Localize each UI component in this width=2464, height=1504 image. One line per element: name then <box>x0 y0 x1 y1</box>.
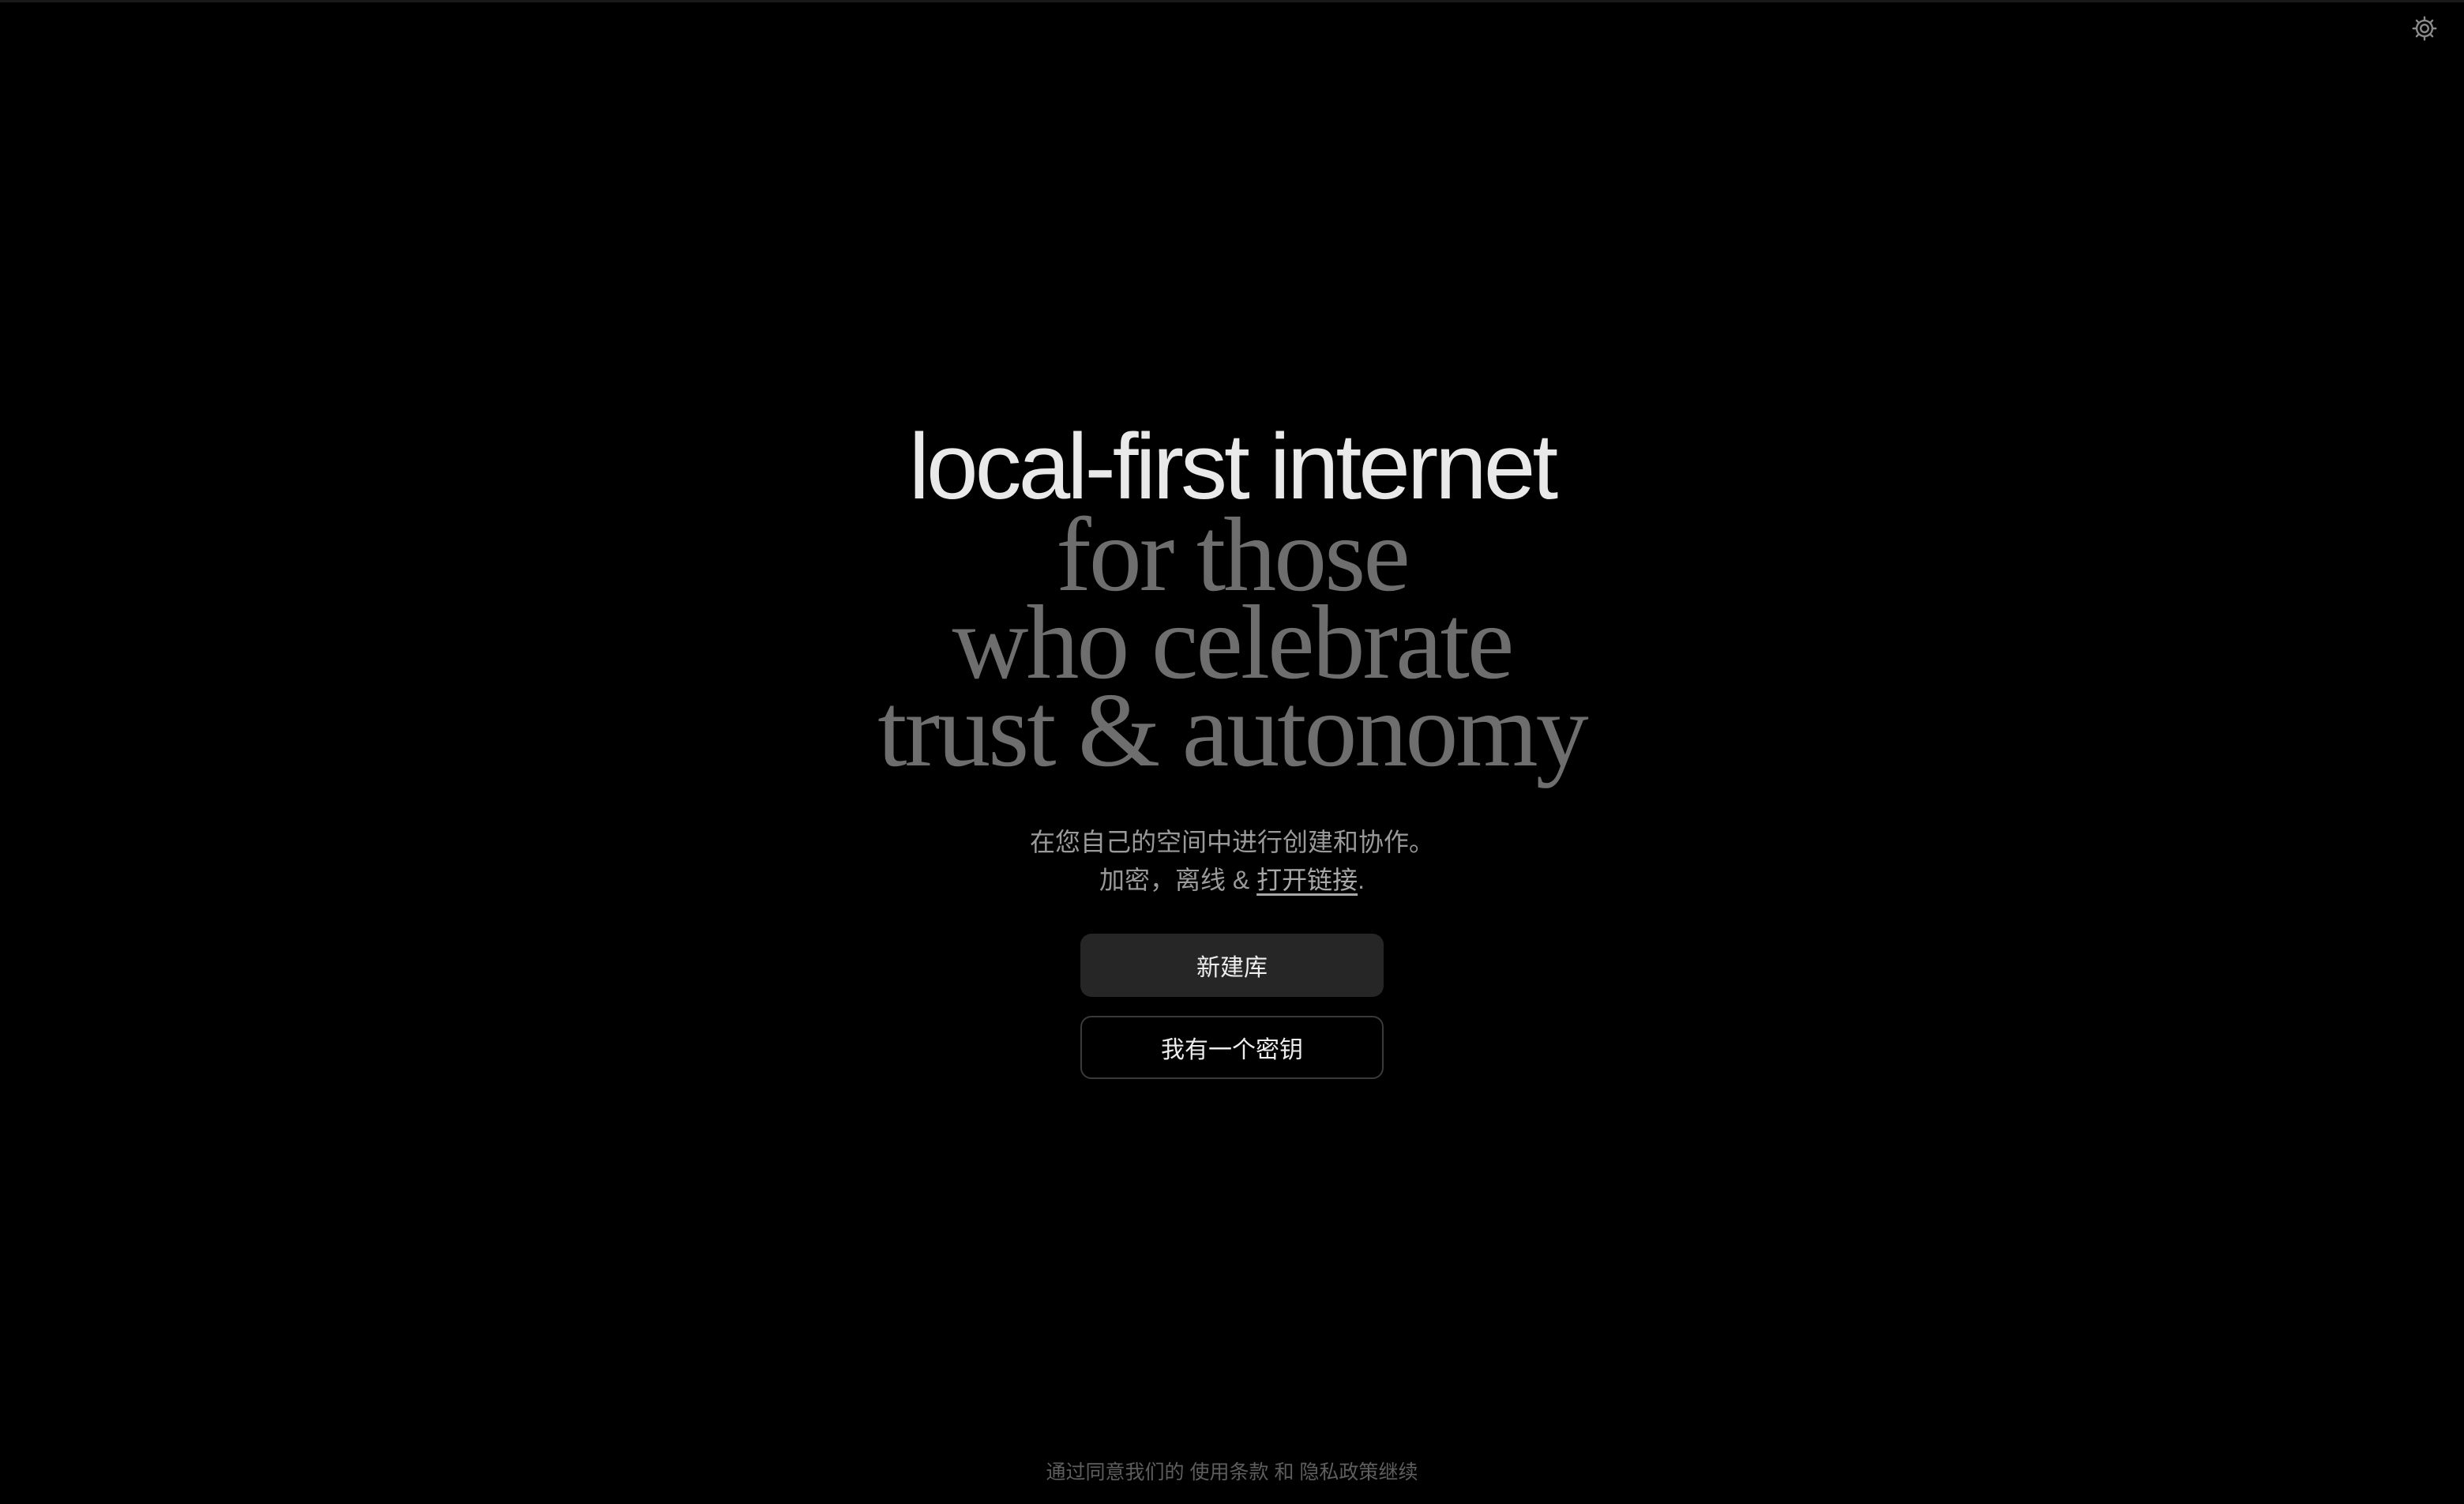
have-key-button[interactable]: 我有一个密钥 <box>1080 1016 1384 1079</box>
footer-suffix: 继续 <box>1378 1461 1418 1483</box>
headline-line-4: trust & autonomy <box>877 671 1588 788</box>
tagline-line-2: 加密，离线 & 打开链接. <box>0 861 2464 899</box>
new-vault-button[interactable]: 新建库 <box>1080 934 1384 997</box>
terms-of-use-link[interactable]: 使用条款 <box>1190 1461 1269 1483</box>
tagline-suffix: . <box>1358 866 1365 894</box>
open-links-link[interactable]: 打开链接 <box>1256 866 1358 894</box>
tagline-line-1: 在您自己的空间中进行创建和协作。 <box>1029 828 1434 856</box>
privacy-policy-link[interactable]: 隐私政策 <box>1299 1461 1378 1483</box>
tagline: 在您自己的空间中进行创建和协作。 加密，离线 & 打开链接. <box>0 823 2464 899</box>
hero-headline: local-first internet for those who celeb… <box>0 420 2464 788</box>
tagline-prefix: 加密，离线 & <box>1099 866 1257 894</box>
legal-footer: 通过同意我们的 使用条款 和 隐私政策继续 <box>0 1457 2464 1485</box>
footer-and: 和 <box>1268 1461 1300 1483</box>
window-top-edge <box>0 0 2464 2</box>
gear-icon <box>2410 14 2439 47</box>
footer-prefix: 通过同意我们的 <box>1046 1461 1190 1483</box>
settings-button[interactable] <box>2409 14 2440 46</box>
